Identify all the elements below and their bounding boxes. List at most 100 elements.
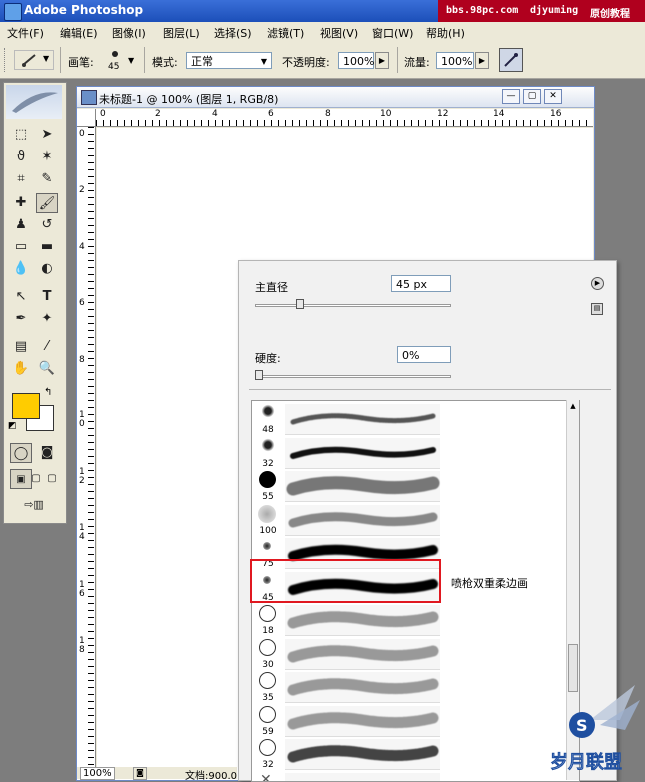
menu-filter[interactable]: 滤镜(T) (267, 25, 304, 41)
brush-icon (21, 53, 39, 67)
blur-tool[interactable]: 💧 (10, 259, 32, 279)
menu-help[interactable]: 帮助(H) (426, 25, 465, 41)
eraser-tool[interactable]: ▭ (10, 237, 32, 257)
pen-tool[interactable]: ✒ (10, 309, 32, 329)
minimize-button[interactable]: — (502, 89, 520, 104)
brush-tip-thumbnail: 35 (254, 671, 282, 703)
eyedropper-tool[interactable]: ⁄ (36, 337, 58, 357)
title-bar: Adobe Photoshop bbs.98pc.com djyuming 原创… (0, 0, 645, 22)
brush-preset-row[interactable]: 59 (252, 703, 564, 739)
brush-preset-row[interactable]: 100 (252, 502, 564, 538)
maximize-button[interactable]: ▢ (523, 89, 541, 104)
ruler-top-label: 12 (437, 109, 448, 119)
diameter-input[interactable]: 45 px (391, 275, 451, 292)
hardness-input[interactable]: 0% (397, 346, 451, 363)
dodge-tool[interactable]: ◐ (36, 259, 58, 279)
airbrush-icon (503, 52, 519, 68)
watermark-tag: 原创教程 (590, 5, 630, 20)
brush-size-label: 100 (254, 526, 282, 536)
flow-input[interactable]: 100% (436, 52, 474, 69)
panel-menu-icon[interactable]: ▶ (591, 277, 604, 290)
brush-preset-row[interactable]: 18 (252, 602, 564, 638)
menu-window[interactable]: 窗口(W) (372, 25, 413, 41)
hand-tool[interactable]: ✋ (10, 359, 32, 379)
document-title-bar[interactable]: 未标题-1 @ 100% (图层 1, RGB/8) — ▢ ✕ (77, 87, 594, 108)
menu-file[interactable]: 文件(F) (7, 25, 44, 41)
hardness-slider-thumb[interactable] (255, 370, 263, 380)
type-tool[interactable]: T (36, 287, 58, 307)
brush-picker[interactable]: 45 ▼ (100, 48, 140, 74)
brush-tool[interactable]: 🖌 (36, 193, 58, 213)
menu-layer[interactable]: 图层(L) (163, 25, 200, 41)
close-button[interactable]: ✕ (544, 89, 562, 104)
chevron-down-icon: ▼ (128, 56, 134, 65)
airbrush-toggle[interactable] (499, 48, 523, 72)
history-brush-tool[interactable]: ↺ (36, 215, 58, 235)
brush-size-label: 55 (254, 492, 282, 502)
ruler-top[interactable]: 0 2 4 6 8 10 12 14 16 (96, 109, 593, 127)
brush-preset-row[interactable]: 55 (252, 468, 564, 504)
brush-tip-thumbnail: 55 (254, 470, 282, 502)
zoom-tool[interactable]: 🔍 (36, 359, 58, 379)
brush-preset-row[interactable]: 32 (252, 736, 564, 772)
magic-wand-tool[interactable]: ✶ (36, 147, 58, 167)
brush-preset-row[interactable]: 30 (252, 636, 564, 672)
options-grip[interactable] (4, 48, 9, 72)
opacity-slider-button[interactable]: ▶ (375, 52, 389, 69)
brush-preset-row[interactable]: 35 (252, 669, 564, 705)
brush-size-label: 32 (254, 459, 282, 469)
jump-to-imageready-button[interactable]: ⇨▥ (10, 495, 58, 515)
menu-select[interactable]: 选择(S) (214, 25, 252, 41)
brush-tip-thumbnail: 32 (254, 437, 282, 469)
swap-colors-icon[interactable]: ↰ (44, 387, 52, 398)
mode-select[interactable]: 正常 ▼ (186, 52, 272, 69)
move-tool[interactable]: ➤ (36, 125, 58, 145)
brush-size-value: 45 (108, 62, 119, 72)
full-screen-menu-mode-button[interactable]: ▢ (28, 469, 44, 489)
brush-size-label: 32 (254, 760, 282, 770)
ruler-left-label: 2 (79, 185, 85, 195)
foreground-color-swatch[interactable] (12, 393, 40, 419)
notes-tool[interactable]: ▤ (10, 337, 32, 357)
diameter-slider[interactable] (255, 304, 451, 307)
default-colors-icon[interactable]: ◩ (8, 421, 17, 431)
scroll-up-icon[interactable]: ▲ (568, 402, 578, 412)
lasso-tool[interactable]: ϑ (10, 147, 32, 167)
status-bar: 100% ◙ 文档:900.0 (77, 767, 237, 779)
slice-tool[interactable]: ✎ (36, 169, 58, 189)
ruler-origin[interactable] (77, 109, 96, 127)
menu-view[interactable]: 视图(V) (320, 25, 358, 41)
document-icon (81, 90, 97, 105)
ruler-top-label: 6 (268, 109, 274, 119)
status-menu-icon[interactable]: ◙ (133, 767, 147, 780)
zoom-field[interactable]: 100% (80, 767, 115, 780)
tool-preset-picker[interactable]: ▼ (14, 50, 54, 70)
ruler-left-label: 1 4 (79, 524, 85, 542)
menu-edit[interactable]: 编辑(E) (60, 25, 98, 41)
menu-image[interactable]: 图像(I) (112, 25, 146, 41)
path-selection-tool[interactable]: ↖ (10, 287, 32, 307)
hardness-slider[interactable] (255, 375, 451, 378)
brush-preset-row[interactable]: 32 (252, 435, 564, 471)
custom-shape-tool[interactable]: ✦ (36, 309, 58, 329)
healing-brush-tool[interactable]: ✚ (10, 193, 32, 213)
brush-preset-row[interactable]: 48 (252, 401, 564, 437)
ruler-left-label: 1 8 (79, 637, 85, 655)
ruler-left[interactable]: 0 2 4 6 8 1 0 1 2 1 4 1 6 1 8 (77, 127, 96, 780)
crop-tool[interactable]: ⌗ (10, 169, 32, 189)
standard-mode-button[interactable]: ◯ (10, 443, 32, 463)
brush-stroke-preview (285, 672, 440, 703)
gradient-tool[interactable]: ▬ (36, 237, 58, 257)
diameter-slider-thumb[interactable] (296, 299, 304, 309)
brush-tip-thumbnail: ✕ (254, 772, 282, 782)
clone-stamp-tool[interactable]: ♟ (10, 215, 32, 235)
marquee-tool[interactable]: ⬚ (10, 125, 32, 145)
brush-stroke-preview (285, 605, 440, 636)
full-screen-mode-button[interactable]: ▢ (44, 469, 60, 489)
quick-mask-button[interactable]: ◙ (36, 443, 58, 463)
opacity-input[interactable]: 100% (338, 52, 374, 69)
photoshop-feather-logo[interactable] (6, 85, 62, 119)
flow-slider-button[interactable]: ▶ (475, 52, 489, 69)
new-preset-icon[interactable]: ▤ (591, 303, 603, 315)
brush-preset-row[interactable]: ✕ (252, 770, 564, 782)
